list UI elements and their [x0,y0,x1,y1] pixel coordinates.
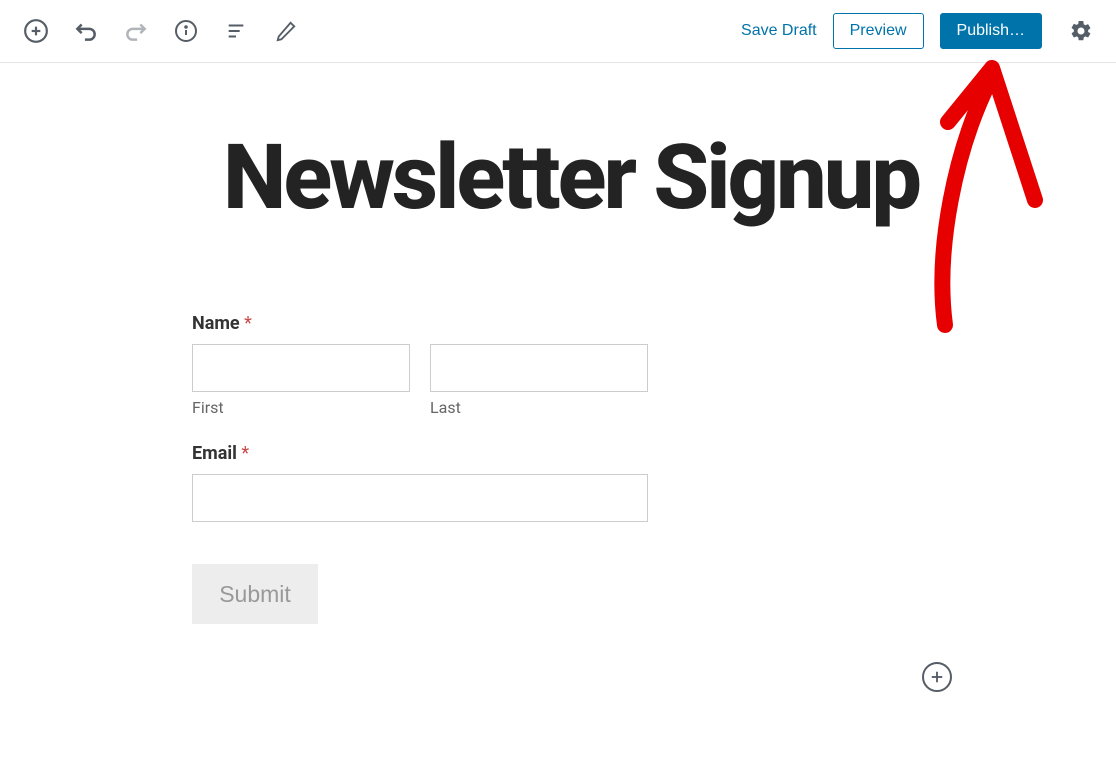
add-block-button[interactable] [22,17,50,45]
redo-icon [123,18,149,44]
plus-circle-icon [23,18,49,44]
publish-button[interactable]: Publish… [940,13,1042,49]
submit-button[interactable]: Submit [192,564,318,624]
name-label: Name * [192,313,662,334]
editor-topbar: Save Draft Preview Publish… [0,0,1116,63]
required-indicator: * [244,313,252,334]
gear-icon [1069,19,1093,43]
list-icon [225,20,247,42]
undo-icon [73,18,99,44]
first-sublabel: First [192,398,410,417]
add-block-floating-button[interactable] [922,662,952,692]
redo-button[interactable] [122,17,150,45]
plus-icon [928,668,946,686]
undo-button[interactable] [72,17,100,45]
outline-button[interactable] [222,17,250,45]
last-name-input[interactable] [430,344,648,392]
name-label-text: Name [192,313,240,334]
save-draft-button[interactable]: Save Draft [741,22,817,40]
email-input[interactable] [192,474,648,522]
email-label-text: Email [192,443,237,464]
preview-button[interactable]: Preview [833,13,924,49]
last-sublabel: Last [430,398,648,417]
form-block: Name * First Last Email * Submit [192,313,662,624]
edit-tool-button[interactable] [272,17,300,45]
name-sublabel-row: First Last [192,398,662,417]
editor-canvas: Newsletter Signup Name * First Last Emai… [0,63,1116,624]
pencil-icon [275,20,297,42]
email-label: Email * [192,443,662,464]
post-title[interactable]: Newsletter Signup [223,133,923,223]
required-indicator: * [241,443,249,464]
topbar-left-group [22,17,300,45]
settings-button[interactable] [1066,16,1096,46]
topbar-right-group: Save Draft Preview Publish… [741,13,1096,49]
name-field-row [192,344,662,392]
title-block: Newsletter Signup [193,133,923,223]
first-name-input[interactable] [192,344,410,392]
content-info-button[interactable] [172,17,200,45]
info-icon [174,19,198,43]
